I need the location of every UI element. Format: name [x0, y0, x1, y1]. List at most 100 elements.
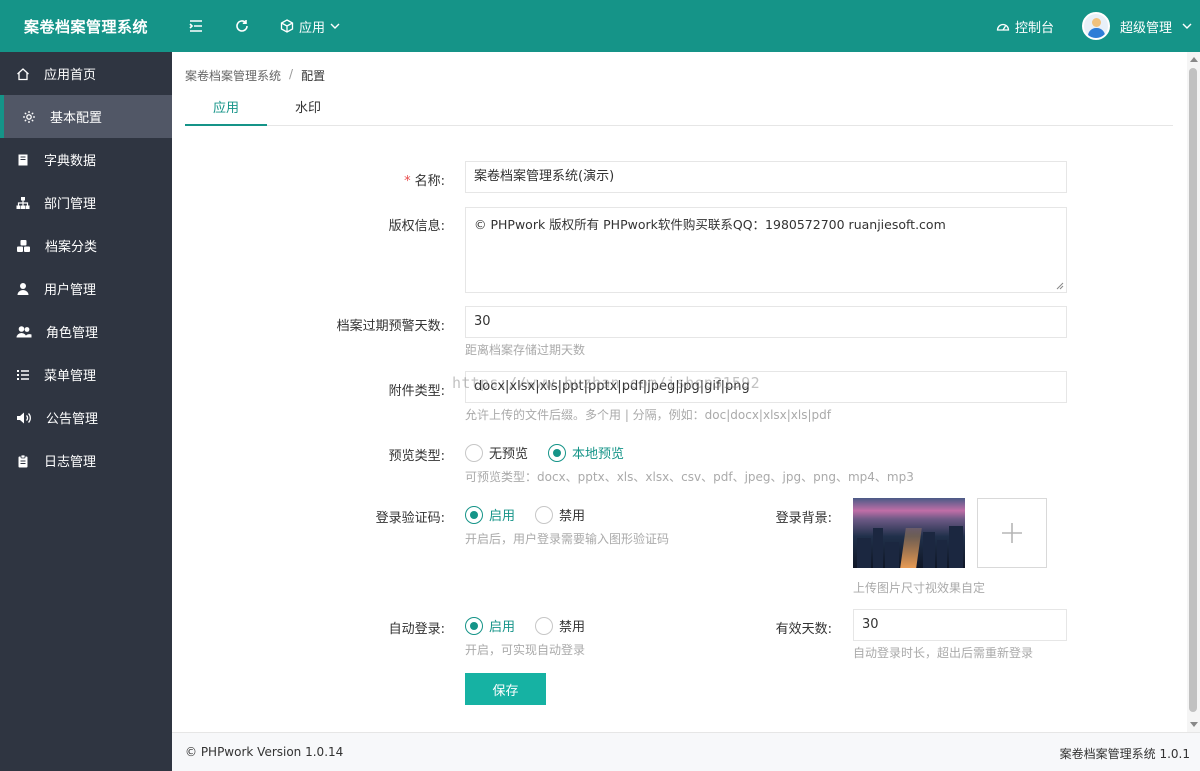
- cubes-icon: [17, 239, 30, 252]
- auto-login-enable-radio[interactable]: [465, 616, 483, 635]
- copyright-text: © PHPwork 版权所有 PHPwork软件购买联系QQ：198057270…: [474, 217, 946, 232]
- footer-app-version: 案卷档案管理系统 1.0.1: [1059, 747, 1190, 761]
- sitemap-icon: [16, 196, 30, 209]
- sidebar-item-label: 角色管理: [46, 326, 99, 341]
- users-icon: [16, 325, 32, 337]
- auto-login-disable-label[interactable]: 禁用: [559, 616, 585, 635]
- auto-login-label: 自动登录:: [388, 622, 445, 637]
- preview-type-radios: 无预览 本地预览: [465, 443, 638, 462]
- sidebar-item-config[interactable]: 基本配置: [0, 95, 172, 138]
- config-tabs: 应用 水印: [185, 92, 1173, 126]
- scroll-down-arrow-icon[interactable]: [1190, 722, 1198, 727]
- valid-days-input[interactable]: 30: [853, 609, 1067, 641]
- attach-types-label: 附件类型:: [388, 384, 445, 399]
- captcha-radios: 启用 禁用: [465, 505, 599, 524]
- console-label: 控制台: [1015, 20, 1055, 36]
- valid-days-hint: 自动登录时长，超出后需重新登录: [853, 646, 1034, 660]
- app-menu[interactable]: 应用: [280, 0, 340, 52]
- sidebar-item-menus[interactable]: 菜单管理: [0, 353, 172, 396]
- login-bg-label: 登录背景:: [775, 511, 832, 526]
- preview-local-label[interactable]: 本地预览: [572, 443, 624, 462]
- user-name: 超级管理: [1120, 20, 1173, 36]
- sidebar-item-users[interactable]: 用户管理: [0, 267, 172, 310]
- user-menu[interactable]: 超级管理: [1082, 0, 1192, 52]
- sidebar-item-roles[interactable]: 角色管理: [0, 310, 172, 353]
- name-label-text: 名称:: [414, 174, 445, 189]
- captcha-enable-label[interactable]: 启用: [489, 505, 515, 524]
- copyright-label: 版权信息:: [388, 219, 445, 234]
- footer-version: © PHPwork Version 1.0.14: [185, 745, 344, 759]
- auto-login-disable-radio[interactable]: [535, 616, 554, 635]
- sidebar-item-label: 应用首页: [44, 68, 97, 83]
- breadcrumb-current: 配置: [301, 69, 326, 83]
- plus-icon: [1002, 523, 1022, 543]
- captcha-label: 登录验证码:: [375, 511, 445, 526]
- footer: © PHPwork Version 1.0.14 案卷档案管理系统 1.0.1: [172, 732, 1200, 771]
- sidebar-item-label: 用户管理: [44, 283, 97, 298]
- copyright-textarea[interactable]: © PHPwork 版权所有 PHPwork软件购买联系QQ：198057270…: [465, 207, 1067, 293]
- preview-type-hint: 可预览类型：docx、pptx、xls、xlsx、csv、pdf、jpeg、jp…: [465, 470, 914, 484]
- sidebar-item-label: 基本配置: [50, 111, 103, 126]
- book-icon: [18, 154, 28, 165]
- clipboard-icon: [18, 454, 28, 467]
- auto-login-enable-label[interactable]: 启用: [489, 616, 515, 635]
- preview-type-label: 预览类型:: [388, 449, 445, 464]
- breadcrumb: 案卷档案管理系统 / 配置: [185, 67, 325, 84]
- breadcrumb-root[interactable]: 案卷档案管理系统: [185, 67, 281, 84]
- login-bg-upload-button[interactable]: [977, 498, 1047, 568]
- list-icon: [17, 369, 29, 380]
- captcha-hint: 开启后，用户登录需要输入图形验证码: [465, 532, 670, 546]
- attach-types-hint: 允许上传的文件后缀。多个用 | 分隔，例如：doc|docx|xlsx|xls|…: [465, 408, 831, 422]
- save-button[interactable]: 保存: [465, 673, 546, 705]
- app-brand: 案卷档案管理系统: [23, 17, 148, 36]
- avatar: [1082, 12, 1110, 40]
- resize-handle-icon[interactable]: [1056, 282, 1064, 290]
- dashboard-icon: [996, 23, 1010, 31]
- auto-login-radios: 启用 禁用: [465, 616, 599, 635]
- sidebar-item-notices[interactable]: 公告管理: [0, 396, 172, 439]
- gear-icon: [23, 110, 35, 123]
- preview-local-radio[interactable]: [548, 443, 567, 462]
- expire-days-hint: 距离档案存储过期天数: [465, 343, 586, 357]
- top-bar: 案卷档案管理系统 应用 控制台 超级管理: [0, 0, 1200, 52]
- breadcrumb-separator: /: [289, 67, 294, 81]
- login-bg-hint: 上传图片尺寸视效果自定: [853, 581, 986, 595]
- preview-none-label[interactable]: 无预览: [489, 443, 528, 462]
- tab-app[interactable]: 应用: [185, 92, 267, 126]
- refresh-button[interactable]: [232, 0, 252, 52]
- scrollbar-thumb[interactable]: [1189, 68, 1197, 712]
- sidebar-item-home[interactable]: 应用首页: [0, 52, 172, 95]
- vertical-scrollbar[interactable]: [1187, 52, 1200, 732]
- console-link[interactable]: 控制台: [996, 0, 1054, 52]
- app-menu-label: 应用: [299, 20, 326, 36]
- sidebar-item-label: 部门管理: [44, 197, 97, 212]
- name-label: * 名称:: [404, 174, 445, 189]
- home-icon: [17, 67, 29, 80]
- volume-icon: [17, 412, 31, 423]
- captcha-disable-label[interactable]: 禁用: [559, 505, 585, 524]
- captcha-enable-radio[interactable]: [465, 505, 483, 524]
- chevron-down-icon: [1182, 23, 1192, 29]
- expire-days-input[interactable]: 30: [465, 306, 1067, 338]
- refresh-icon: [236, 20, 248, 32]
- sidebar-item-department[interactable]: 部门管理: [0, 181, 172, 224]
- sidebar-item-dictionary[interactable]: 字典数据: [0, 138, 172, 181]
- expire-days-label: 档案过期预警天数:: [336, 319, 445, 334]
- captcha-disable-radio[interactable]: [535, 505, 554, 524]
- auto-login-hint: 开启，可实现自动登录: [465, 643, 586, 657]
- scroll-up-arrow-icon[interactable]: [1190, 57, 1198, 62]
- tab-watermark[interactable]: 水印: [267, 92, 349, 125]
- preview-none-radio[interactable]: [465, 443, 483, 462]
- menu-toggle-icon: [189, 20, 202, 32]
- watermark-overlay: https://www.huzhan.com/ishop31592: [452, 374, 760, 392]
- login-bg-thumbnail[interactable]: [853, 498, 965, 568]
- sidebar-item-logs[interactable]: 日志管理: [0, 439, 172, 482]
- menu-toggle-button[interactable]: [186, 0, 206, 52]
- chevron-down-icon: [330, 23, 340, 29]
- sidebar-item-label: 公告管理: [46, 412, 99, 427]
- sidebar-item-label: 菜单管理: [44, 369, 97, 384]
- sidebar-item-archive-category[interactable]: 档案分类: [0, 224, 172, 267]
- name-input[interactable]: 案卷档案管理系统(演示): [465, 161, 1067, 193]
- cube-icon: [280, 19, 294, 33]
- main-content: 案卷档案管理系统 / 配置 应用 水印 * 名称: 案卷档案管理系统(演示) 版权…: [172, 52, 1187, 732]
